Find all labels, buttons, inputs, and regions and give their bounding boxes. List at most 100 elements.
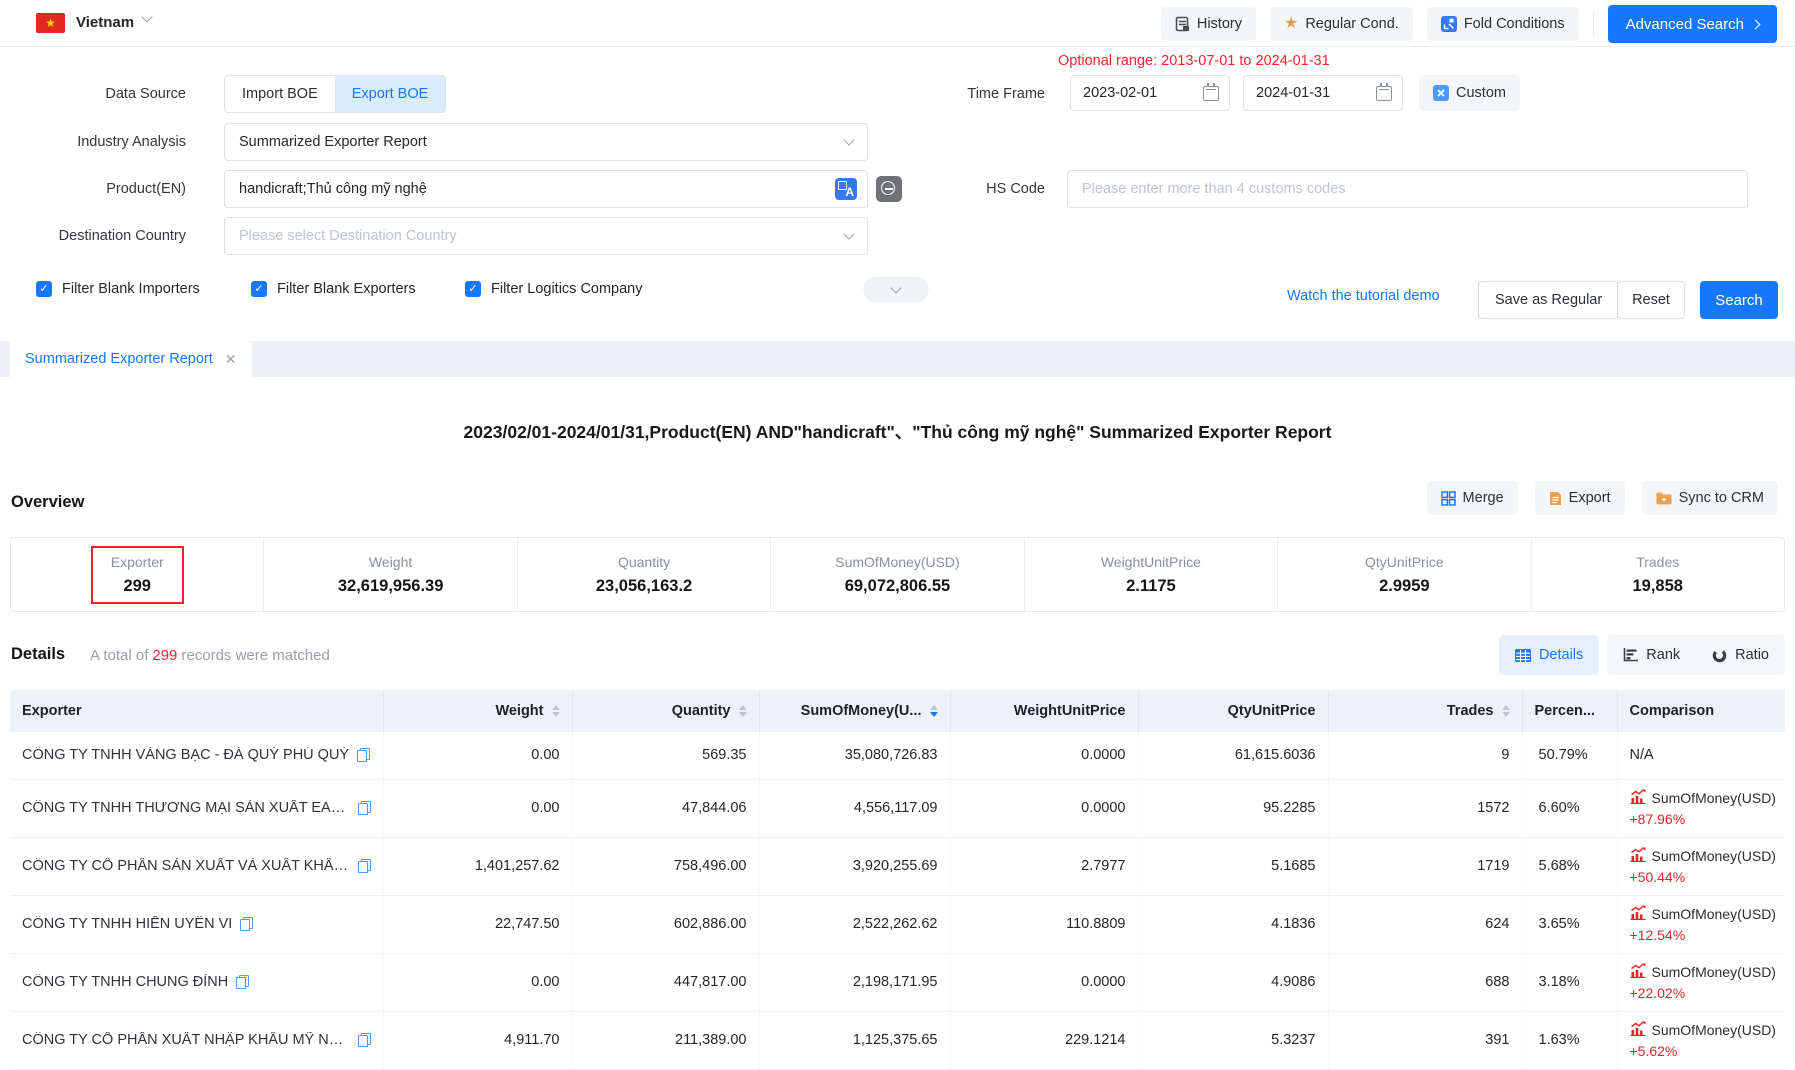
copy-icon[interactable]	[357, 748, 370, 762]
hs-code-input[interactable]	[1082, 181, 1737, 197]
comparison-cell: SumOfMoney(USD)+22.02%	[1617, 953, 1785, 1011]
hs-code-field[interactable]	[1067, 170, 1748, 208]
column-header-qtyunitprice: QtyUnitPrice	[1138, 690, 1328, 732]
save-as-regular-button[interactable]: Save as Regular	[1478, 281, 1619, 319]
stat-label: Exporter	[111, 554, 164, 570]
import-boe-option[interactable]: Import BOE	[225, 76, 335, 112]
merge-icon	[1441, 491, 1456, 506]
exporter-name[interactable]: CÔNG TY CỔ PHẦN SẢN XUẤT VÀ XUẤT KHẨU ..…	[22, 858, 350, 874]
column-label: Trades	[1447, 703, 1494, 719]
qty-unit-price-cell: 4.1836	[1138, 895, 1328, 953]
table-row: CÔNG TY TNHH HIỀN UYÊN VI22,747.50602,88…	[10, 895, 1785, 953]
destination-country-select[interactable]: Please select Destination Country	[224, 217, 868, 255]
sort-desc-icon[interactable]	[739, 712, 747, 717]
industry-analysis-select[interactable]: Summarized Exporter Report	[224, 123, 868, 161]
table-row: CÔNG TY TNHH THƯƠNG MẠI SẢN XUẤT EAG...0…	[10, 779, 1785, 837]
data-source-label: Data Source	[0, 75, 186, 113]
stat-label: SumOfMoney(USD)	[835, 554, 959, 570]
sort-desc-icon[interactable]	[930, 712, 938, 717]
exporter-name[interactable]: CÔNG TY TNHH THƯƠNG MẠI SẢN XUẤT EAG...	[22, 800, 350, 816]
sum-of-money-cell: 35,080,726.83	[759, 732, 950, 779]
sort-asc-icon[interactable]	[739, 705, 747, 710]
merge-button[interactable]: Merge	[1427, 481, 1518, 515]
trades-cell: 391	[1328, 1011, 1522, 1069]
exporter-name[interactable]: CÔNG TY CỔ PHẦN XUẤT NHẬP KHẨU MỸ NGH...	[22, 1032, 350, 1048]
advanced-search-button[interactable]: Advanced Search	[1608, 5, 1777, 43]
end-date-field[interactable]	[1243, 75, 1403, 111]
fold-conditions-icon	[1441, 16, 1457, 32]
export-boe-option[interactable]: Export BOE	[335, 76, 446, 112]
filter-blank-importers-checkbox[interactable]: ✓ Filter Blank Importers	[36, 281, 200, 297]
checkbox-checked-icon[interactable]: ✓	[251, 281, 267, 297]
start-date-input[interactable]	[1083, 85, 1195, 101]
overview-stat-qtyunitprice: QtyUnitPrice2.9959	[1277, 538, 1530, 611]
sort-icons[interactable]	[930, 705, 938, 717]
details-table: ExporterWeightQuantitySumOfMoney(U...Wei…	[10, 690, 1785, 1070]
sort-icons[interactable]	[739, 705, 747, 717]
end-date-input[interactable]	[1256, 85, 1368, 101]
copy-icon[interactable]	[236, 975, 249, 989]
export-button[interactable]: Export	[1535, 481, 1625, 515]
sort-asc-icon[interactable]	[552, 705, 560, 710]
percentage-cell: 3.18%	[1522, 953, 1617, 1011]
qty-unit-price-cell: 4.9086	[1138, 953, 1328, 1011]
chevron-down-icon[interactable]	[141, 11, 152, 22]
overview-stat-exporter: Exporter299	[11, 538, 263, 611]
sort-asc-icon[interactable]	[1502, 705, 1510, 710]
sync-to-crm-button[interactable]: Sync to CRM	[1642, 481, 1778, 515]
sort-desc-icon[interactable]	[552, 712, 560, 717]
comparison-change: +50.44%	[1630, 869, 1774, 885]
exporter-name[interactable]: CÔNG TY TNHH CHUNG ĐỈNH	[22, 974, 228, 990]
column-label: SumOfMoney(U...	[801, 703, 922, 719]
copy-icon[interactable]	[240, 917, 253, 931]
tab-summarized-exporter-report[interactable]: Summarized Exporter Report ✕	[10, 341, 252, 377]
exporter-cell: CÔNG TY CỔ PHẦN XUẤT NHẬP KHẨU MỸ NGH...	[10, 1011, 383, 1069]
regular-cond-button[interactable]: ★ Regular Cond.	[1270, 7, 1413, 41]
collapse-conditions-button[interactable]	[863, 277, 929, 302]
history-button[interactable]: History	[1161, 7, 1256, 41]
product-en-input[interactable]	[239, 181, 835, 197]
exporter-name[interactable]: CÔNG TY TNHH VÀNG BẠC - ĐÁ QUÝ PHÚ QUÝ	[22, 747, 349, 763]
sort-icons[interactable]	[1502, 705, 1510, 717]
column-header-trades[interactable]: Trades	[1328, 690, 1522, 732]
view-details-button[interactable]: Details	[1499, 635, 1599, 675]
filter-blank-exporters-checkbox[interactable]: ✓ Filter Blank Exporters	[251, 281, 416, 297]
column-header-quantity[interactable]: Quantity	[572, 690, 759, 732]
industry-analysis-label: Industry Analysis	[0, 123, 186, 161]
copy-icon[interactable]	[358, 859, 371, 873]
fold-conditions-button[interactable]: Fold Conditions	[1427, 7, 1579, 41]
report-title: 2023/02/01-2024/01/31,Product(EN) AND"ha…	[0, 419, 1795, 444]
copy-icon[interactable]	[358, 801, 371, 815]
checkbox-checked-icon[interactable]: ✓	[465, 281, 481, 297]
start-date-field[interactable]	[1070, 75, 1230, 111]
column-header-weight[interactable]: Weight	[383, 690, 572, 732]
report-content: 2023/02/01-2024/01/31,Product(EN) AND"ha…	[0, 377, 1795, 1059]
sort-desc-icon[interactable]	[1502, 712, 1510, 717]
sort-icons[interactable]	[552, 705, 560, 717]
checkbox-checked-icon[interactable]: ✓	[36, 281, 52, 297]
percentage-cell: 5.68%	[1522, 837, 1617, 895]
filter-logitics-company-checkbox[interactable]: ✓ Filter Logitics Company	[465, 281, 643, 297]
view-ratio-button[interactable]: Ratio	[1696, 635, 1785, 675]
custom-range-button[interactable]: Custom	[1419, 75, 1520, 111]
column-header-sumofmoney-u[interactable]: SumOfMoney(U...	[759, 690, 950, 732]
comparison-cell: SumOfMoney(USD)+5.62%	[1617, 1011, 1785, 1069]
custom-icon	[1433, 85, 1449, 101]
comparison-metric: SumOfMoney(USD)	[1652, 848, 1776, 864]
exporter-name[interactable]: CÔNG TY TNHH HIỀN UYÊN VI	[22, 916, 232, 932]
overview-stat-weight: Weight32,619,956.39	[263, 538, 516, 611]
overview-stat-quantity: Quantity23,056,163.2	[517, 538, 770, 611]
translate-icon[interactable]: A	[835, 178, 857, 200]
comparison-metric: SumOfMoney(USD)	[1652, 906, 1776, 922]
reset-button[interactable]: Reset	[1617, 281, 1685, 319]
search-button[interactable]: Search	[1700, 281, 1778, 319]
sort-asc-icon[interactable]	[930, 705, 938, 710]
view-rank-button[interactable]: Rank	[1607, 635, 1696, 675]
country-selector-label[interactable]: Vietnam	[76, 14, 134, 31]
close-icon[interactable]: ✕	[225, 351, 237, 368]
copy-icon[interactable]	[358, 1033, 371, 1047]
details-table-icon	[1515, 649, 1531, 662]
weight-unit-price-cell: 0.0000	[950, 732, 1138, 779]
tutorial-demo-link[interactable]: Watch the tutorial demo	[1287, 288, 1440, 304]
product-en-field[interactable]: A	[224, 170, 868, 208]
